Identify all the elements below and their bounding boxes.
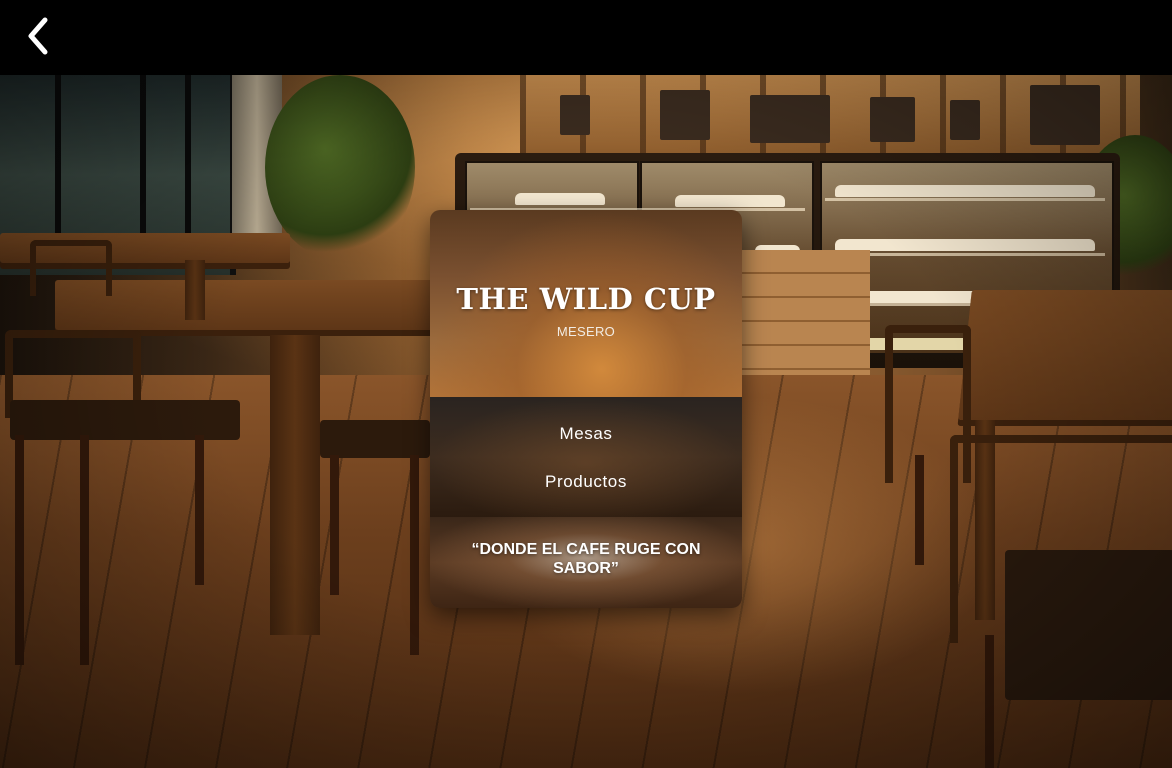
chevron-left-icon: [28, 17, 48, 55]
nav-item-mesas[interactable]: Mesas: [430, 414, 742, 454]
slogan-text: “DONDE EL CAFE RUGE CON SABOR”: [471, 541, 701, 577]
role-label: MESERO: [556, 324, 616, 339]
card-footer: “DONDE EL CAFE RUGE CON SABOR”: [430, 517, 742, 608]
menu-card: THE WILD CUP MESERO Mesas Productos “DON…: [430, 210, 742, 608]
waiter-home-screen: THE WILD CUP MESERO Mesas Productos “DON…: [0, 0, 1172, 768]
top-bar: [0, 0, 1172, 75]
nav-item-productos[interactable]: Productos: [430, 462, 742, 502]
card-header: THE WILD CUP MESERO: [430, 210, 742, 397]
back-button[interactable]: [18, 14, 58, 58]
nav-menu: Mesas Productos: [430, 397, 742, 517]
brand-title: THE WILD CUP: [456, 282, 716, 316]
